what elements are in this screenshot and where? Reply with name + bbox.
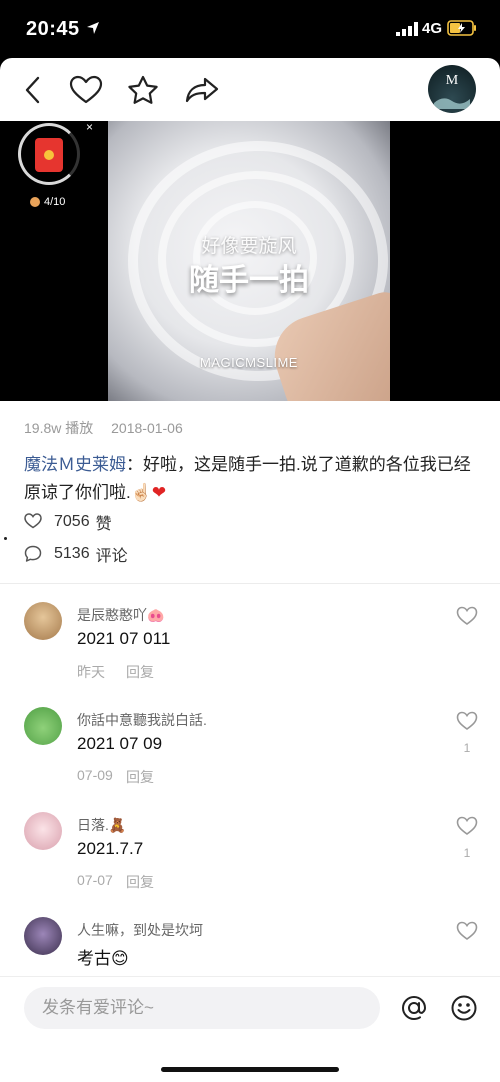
like-label: 赞 xyxy=(95,516,112,533)
commenter-avatar[interactable] xyxy=(24,602,62,640)
favorite-button[interactable] xyxy=(125,72,161,108)
status-time: 20:45 xyxy=(26,18,80,40)
commenter-name[interactable]: 是辰憨憨吖🐽 xyxy=(77,605,164,625)
commenter-avatar[interactable] xyxy=(24,917,62,955)
top-navigation: M xyxy=(0,58,500,121)
comment-time: 07-07 xyxy=(77,872,113,888)
like-button[interactable] xyxy=(67,72,105,108)
side-dot xyxy=(4,537,7,540)
content-sheet: M 好像要旋风 随手一拍 MAGICMSLIME 4/10 × 19.8w 播放… xyxy=(0,58,500,1082)
at-icon[interactable] xyxy=(400,994,428,1022)
video-player[interactable]: 好像要旋风 随手一拍 MAGICMSLIME 4/10 × xyxy=(0,120,500,401)
reply-button[interactable]: 回复 xyxy=(126,662,154,682)
comment-text: 2021.7.7 xyxy=(77,839,144,858)
battery-charging-icon xyxy=(447,20,476,36)
hand-emoji: ☝🏻 xyxy=(130,483,152,502)
red-packet-icon xyxy=(35,138,63,172)
comment-bubble-icon xyxy=(24,545,42,562)
bottom-input-bar xyxy=(0,976,500,1082)
comment-text: 2021 07 011 xyxy=(77,629,171,648)
commenter-avatar[interactable] xyxy=(24,707,62,745)
comment-input[interactable] xyxy=(24,987,380,1029)
like-stat[interactable]: 7056 赞 xyxy=(24,510,112,534)
comment-like-icon[interactable] xyxy=(456,710,478,732)
comment-time: 昨天 xyxy=(77,664,105,680)
avatar-mark: M xyxy=(445,73,459,88)
section-divider xyxy=(0,583,500,584)
back-button[interactable] xyxy=(15,72,51,108)
comment-like-count: 1 xyxy=(463,741,471,755)
wave-decoration xyxy=(434,98,470,109)
comment-time: 07-09 xyxy=(77,767,113,783)
comment-text: 考古😊 xyxy=(77,949,129,968)
status-bar: 20:45 4G xyxy=(0,0,500,58)
comment-text: 2021 07 09 xyxy=(77,734,163,753)
heart-outline-icon xyxy=(24,513,42,529)
like-count: 7056 xyxy=(54,513,90,530)
video-frame[interactable]: 好像要旋风 随手一拍 MAGICMSLIME xyxy=(108,121,390,401)
reward-progress: 4/10 xyxy=(44,196,66,208)
play-count: 19.8w 播放 xyxy=(24,420,94,436)
commenter-name[interactable]: 日落.🧸 xyxy=(77,815,126,835)
comment-count: 5136 xyxy=(54,545,90,562)
video-caption-small: 好像要旋风 xyxy=(201,236,297,257)
heart-emoji: ❤ xyxy=(151,483,167,502)
network-type: 4G xyxy=(422,20,443,37)
video-watermark: MAGICMSLIME xyxy=(200,355,298,370)
smiley-icon[interactable] xyxy=(450,994,478,1022)
post-text: 魔法Ｍ史莱姆：好啦，这是随手一拍.说了道歉的各位我已经原谅了你们啦.☝🏻❤ xyxy=(24,451,479,507)
comment-like-icon[interactable] xyxy=(456,815,478,837)
comment-like-icon[interactable] xyxy=(456,605,478,627)
author-separator: ： xyxy=(126,455,143,474)
comment-label: 评论 xyxy=(95,548,128,565)
reply-button[interactable]: 回复 xyxy=(126,872,154,892)
signal-bars-icon xyxy=(396,22,418,36)
commenter-name[interactable]: 人生嘛，到处是坎坷 xyxy=(77,920,203,940)
location-arrow-icon xyxy=(87,22,99,34)
comment-stat[interactable]: 5136 评论 xyxy=(24,542,128,566)
back-arrow-icon xyxy=(25,76,40,104)
reply-button[interactable]: 回复 xyxy=(126,767,154,787)
share-arrow-icon xyxy=(185,77,219,103)
post-author[interactable]: 魔法Ｍ史莱姆 xyxy=(24,455,126,474)
red-packet-reward[interactable]: 4/10 xyxy=(16,123,84,217)
reward-close-icon[interactable]: × xyxy=(86,120,93,134)
video-caption-big: 随手一拍 xyxy=(189,264,309,297)
home-indicator xyxy=(161,1067,339,1072)
heart-outline-icon xyxy=(69,75,103,104)
commenter-name[interactable]: 你話中意聽我説白話. xyxy=(77,710,207,730)
post-meta: 19.8w 播放 2018-01-06 xyxy=(24,418,183,438)
star-outline-icon xyxy=(128,75,158,104)
share-button[interactable] xyxy=(183,72,221,108)
commenter-avatar[interactable] xyxy=(24,812,62,850)
comment-like-count: 1 xyxy=(463,846,471,860)
comment-like-icon[interactable] xyxy=(456,920,478,942)
author-avatar[interactable]: M xyxy=(428,65,476,113)
post-date: 2018-01-06 xyxy=(111,420,183,436)
